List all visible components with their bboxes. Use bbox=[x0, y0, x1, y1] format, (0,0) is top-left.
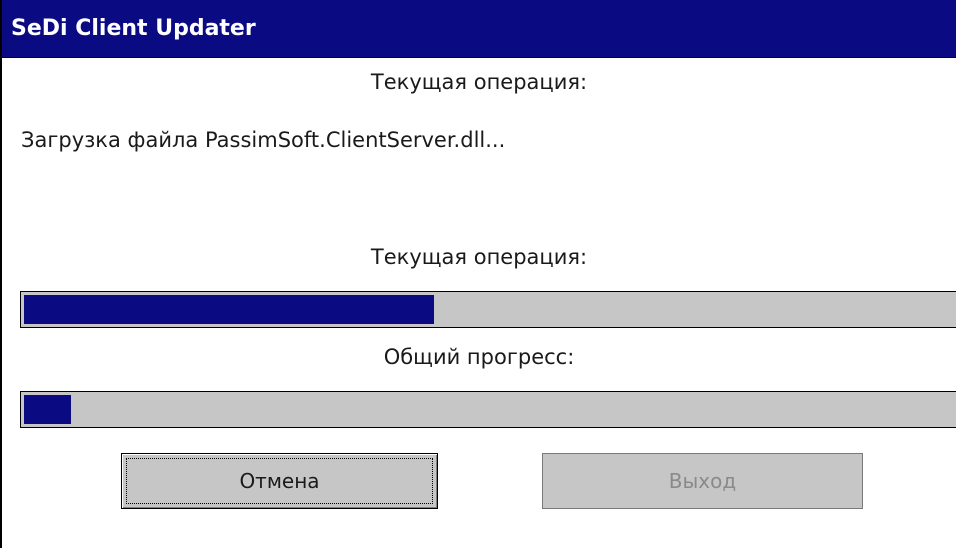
exit-button-label: Выход bbox=[668, 469, 737, 493]
file-progress-label: Текущая операция: bbox=[370, 245, 588, 269]
current-operation-heading: Текущая операция: bbox=[370, 70, 588, 94]
updater-window: SeDi Client Updater Текущая операция: За… bbox=[0, 0, 956, 548]
focus-rectangle bbox=[126, 458, 433, 504]
exit-button: Выход bbox=[542, 453, 863, 509]
file-progress-fill bbox=[24, 295, 434, 324]
overall-progress-bar bbox=[20, 391, 956, 428]
status-text: Загрузка файла PassimSoft.ClientServer.d… bbox=[21, 128, 506, 152]
cancel-button[interactable]: Отмена bbox=[121, 453, 438, 509]
window-title: SeDi Client Updater bbox=[2, 0, 956, 58]
overall-progress-label: Общий прогресс: bbox=[383, 345, 575, 369]
file-progress-bar bbox=[20, 291, 956, 328]
overall-progress-fill bbox=[24, 395, 71, 424]
